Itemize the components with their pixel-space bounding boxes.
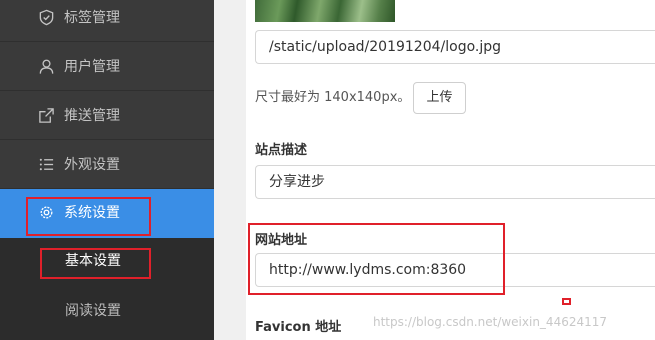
site-description-label: 站点描述 (255, 143, 308, 158)
annotation-marker (562, 298, 571, 305)
sidebar: 标签管理 用户管理 推送管理 外观设置 系统设置 基本设置 阅读设置 (0, 0, 214, 340)
favicon-label: Favicon 地址 (255, 320, 342, 335)
list-icon (39, 158, 54, 171)
user-icon (39, 59, 54, 74)
annotation-box-basic (40, 248, 151, 279)
logo-size-hint: 尺寸最好为 140x140px。 (255, 90, 411, 105)
sidebar-subitem-reading[interactable]: 阅读设置 (0, 284, 214, 340)
tag-icon (39, 9, 54, 26)
sidebar-item-label: 用户管理 (64, 59, 120, 75)
share-icon (39, 108, 54, 123)
sidebar-item-push[interactable]: 推送管理 (0, 92, 214, 140)
annotation-box-site-url (248, 223, 505, 295)
annotation-box-system (26, 197, 151, 236)
sidebar-item-appearance[interactable]: 外观设置 (0, 141, 214, 189)
sidebar-item-users[interactable]: 用户管理 (0, 43, 214, 91)
upload-button[interactable]: 上传 (413, 82, 466, 114)
site-description-input[interactable]: 分享进步 (255, 165, 655, 199)
sidebar-item-label: 标签管理 (64, 10, 120, 26)
sidebar-subitem-label: 阅读设置 (65, 303, 121, 319)
logo-preview-image (255, 0, 395, 22)
sidebar-item-label: 外观设置 (64, 157, 120, 173)
logo-path-input[interactable]: /static/upload/20191204/logo.jpg (255, 30, 655, 64)
watermark: https://blog.csdn.net/weixin_44624117 (373, 315, 608, 329)
sidebar-item-tags[interactable]: 标签管理 (0, 0, 214, 42)
sidebar-item-label: 推送管理 (64, 108, 120, 124)
